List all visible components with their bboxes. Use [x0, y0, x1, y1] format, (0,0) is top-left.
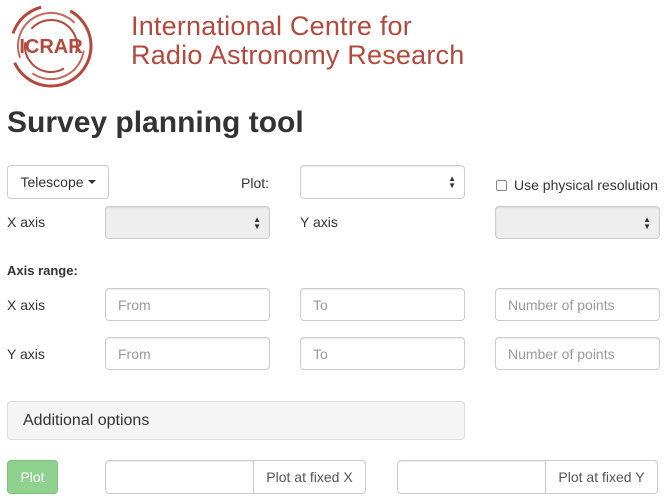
plot-button-label: Plot: [20, 469, 45, 485]
select-arrows-icon: ▲ ▼: [253, 214, 261, 231]
x-from-input[interactable]: [105, 288, 270, 321]
physical-resolution-label: Use physical resolution: [514, 177, 658, 193]
axis-range-heading: Axis range:: [7, 263, 78, 278]
plot-button[interactable]: Plot: [7, 460, 58, 494]
plot-fixed-x-addon[interactable]: Plot at fixed X: [254, 460, 366, 494]
caret-down-icon: [87, 180, 96, 184]
plot-label: Plot:: [241, 175, 270, 191]
icrar-logo: ICRAR: [4, 2, 98, 90]
svg-text:ICRAR: ICRAR: [19, 36, 83, 58]
x-axis-select[interactable]: ▲ ▼: [105, 206, 270, 239]
plot-select[interactable]: ▲ ▼: [300, 165, 465, 199]
y-from-input[interactable]: [105, 337, 270, 370]
fixed-y-input[interactable]: [397, 460, 546, 494]
select-arrows-icon: ▲ ▼: [643, 214, 651, 231]
y-axis-label: Y axis: [300, 214, 338, 230]
org-name-line1: International Centre for: [131, 11, 412, 41]
axis-range-x-label: X axis: [7, 297, 46, 313]
select-arrows-icon: ▲ ▼: [448, 174, 456, 190]
additional-options-title: Additional options: [23, 411, 150, 429]
plot-fixed-y-addon[interactable]: Plot at fixed Y: [546, 460, 658, 494]
x-points-input[interactable]: [495, 288, 660, 321]
plot-fixed-x-label: Plot at fixed X: [266, 469, 353, 485]
additional-options-panel[interactable]: Additional options: [7, 401, 465, 440]
org-name-line2: Radio Astronomy Research: [131, 40, 465, 70]
y-to-input[interactable]: [300, 337, 465, 370]
telescope-dropdown-button[interactable]: Telescope: [7, 165, 109, 199]
y-axis-select[interactable]: ▲ ▼: [495, 206, 660, 239]
x-axis-label: X axis: [7, 214, 46, 230]
y-points-input[interactable]: [495, 337, 660, 370]
telescope-button-label: Telescope: [20, 174, 84, 190]
physical-resolution-checkbox[interactable]: [496, 180, 507, 191]
plot-fixed-y-label: Plot at fixed Y: [558, 469, 645, 485]
x-to-input[interactable]: [300, 288, 465, 321]
fixed-x-input[interactable]: [105, 460, 254, 494]
axis-range-y-label: Y axis: [7, 346, 45, 362]
page-title: Survey planning tool: [7, 106, 304, 139]
